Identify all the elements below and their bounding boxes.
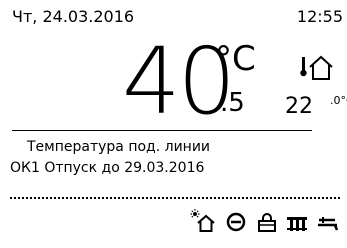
outdoor-temperature-unit: .0°C — [330, 94, 347, 107]
divider — [12, 130, 312, 131]
temperature-description: Температура под. линии — [27, 139, 211, 155]
radiator-icon — [287, 217, 307, 231]
sunny-house-icon — [190, 209, 215, 232]
circuit-status: ОК1 Отпуск до 29.03.2016 — [10, 160, 205, 176]
tap-icon — [318, 217, 339, 231]
thermometer-house-icon — [300, 55, 333, 80]
controller-display: Чт, 24.03.2016 12:55 40 °C .5 22 .0°C Те… — [0, 0, 347, 248]
flow-temperature-unit: °C — [215, 39, 256, 79]
outdoor-temperature-value: 22 — [285, 94, 313, 119]
current-time: 12:55 — [296, 7, 343, 26]
status-icon-bar — [0, 208, 347, 236]
flow-temperature-decimal: .5 — [220, 88, 245, 118]
current-date: Чт, 24.03.2016 — [12, 7, 135, 26]
dotted-divider — [10, 197, 340, 199]
clock-program-icon — [226, 212, 246, 232]
lock-icon — [258, 213, 276, 232]
